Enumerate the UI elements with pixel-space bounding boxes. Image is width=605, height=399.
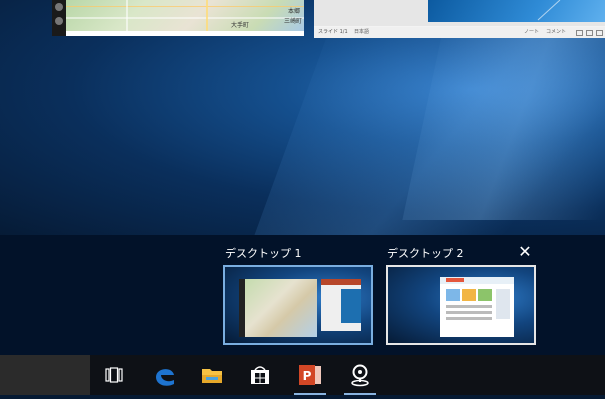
task-view-icon (105, 367, 123, 383)
edge-button[interactable] (145, 355, 185, 395)
map-place-label: 本郷 (288, 8, 301, 15)
map-place-label: 三崎町 (284, 18, 303, 25)
powerpoint-button[interactable]: P (290, 355, 330, 395)
thumbnail-content-block (462, 289, 476, 301)
thumbnail-ppt-titlebar (321, 279, 361, 285)
store-button[interactable] (240, 355, 280, 395)
thumbnail-content-block (478, 289, 492, 301)
store-icon (251, 366, 269, 384)
ppt-slide-decoration (537, 0, 561, 21)
thumbnail-text-line (446, 305, 492, 308)
desktop-1-label: デスクトップ 1 (225, 247, 302, 260)
desktop-2-thumbnail[interactable] (386, 265, 536, 345)
maps-button[interactable] (340, 355, 380, 395)
file-explorer-icon (202, 369, 222, 383)
normal-view-icon[interactable] (576, 30, 583, 36)
reading-view-icon[interactable] (596, 30, 603, 36)
powerpoint-window[interactable]: スライド 1/1 日本語 ノート コメント (314, 0, 605, 38)
ppt-slide-count: スライド 1/1 (318, 29, 348, 35)
thumbnail-content-block (446, 289, 460, 301)
sorter-view-icon[interactable] (586, 30, 593, 36)
thumbnail-sidebar-block (496, 289, 510, 319)
ppt-language: 日本語 (354, 29, 370, 35)
task-view-button[interactable] (94, 355, 134, 395)
maps-window-bottom (66, 31, 304, 36)
thumbnail-text-line (446, 317, 492, 320)
desktop-2-label: デスクトップ 2 (387, 247, 464, 260)
maps-zoom-icon[interactable] (55, 3, 63, 11)
maps-sidebar (52, 0, 66, 36)
taskbar: P (0, 355, 605, 395)
close-icon[interactable]: ✕ (516, 243, 534, 261)
thumbnail-site-logo (446, 278, 464, 282)
map-place-label: 大手町 (231, 22, 250, 29)
thumbnail-ppt-slide (341, 289, 361, 323)
file-explorer-button[interactable] (192, 355, 232, 395)
desktop-1-thumbnail[interactable] (223, 265, 373, 345)
maps-icon (351, 364, 369, 387)
thumbnail-text-line (446, 311, 492, 314)
edge-icon (156, 369, 174, 386)
maps-window[interactable]: 大手町 本郷 三崎町 (52, 0, 304, 36)
powerpoint-letter: P (303, 369, 312, 383)
desktop-wallpaper: 大手町 本郷 三崎町 スライド 1/1 日本語 ノート コメント (0, 0, 605, 235)
ppt-notes-button[interactable]: ノート (524, 27, 539, 38)
map-view[interactable]: 大手町 本郷 三崎町 (66, 0, 304, 31)
search-box[interactable] (0, 355, 90, 395)
maps-layer-icon[interactable] (55, 17, 63, 25)
thumbnail-maps-window (245, 279, 317, 337)
powerpoint-icon: P (299, 365, 321, 385)
ppt-comments-button[interactable]: コメント (546, 27, 566, 38)
ppt-slide[interactable] (428, 0, 605, 22)
ppt-status-bar: スライド 1/1 日本語 ノート コメント (314, 27, 605, 38)
